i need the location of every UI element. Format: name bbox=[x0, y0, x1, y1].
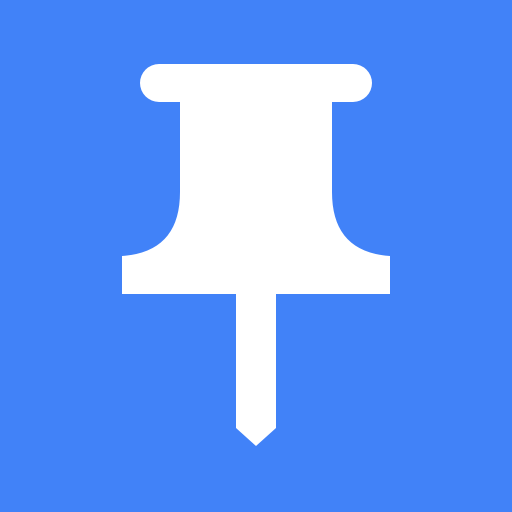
pushpin-needle bbox=[236, 294, 276, 446]
pushpin-icon bbox=[0, 0, 512, 512]
pushpin-app-icon bbox=[0, 0, 512, 512]
pushpin-cap bbox=[140, 64, 372, 102]
